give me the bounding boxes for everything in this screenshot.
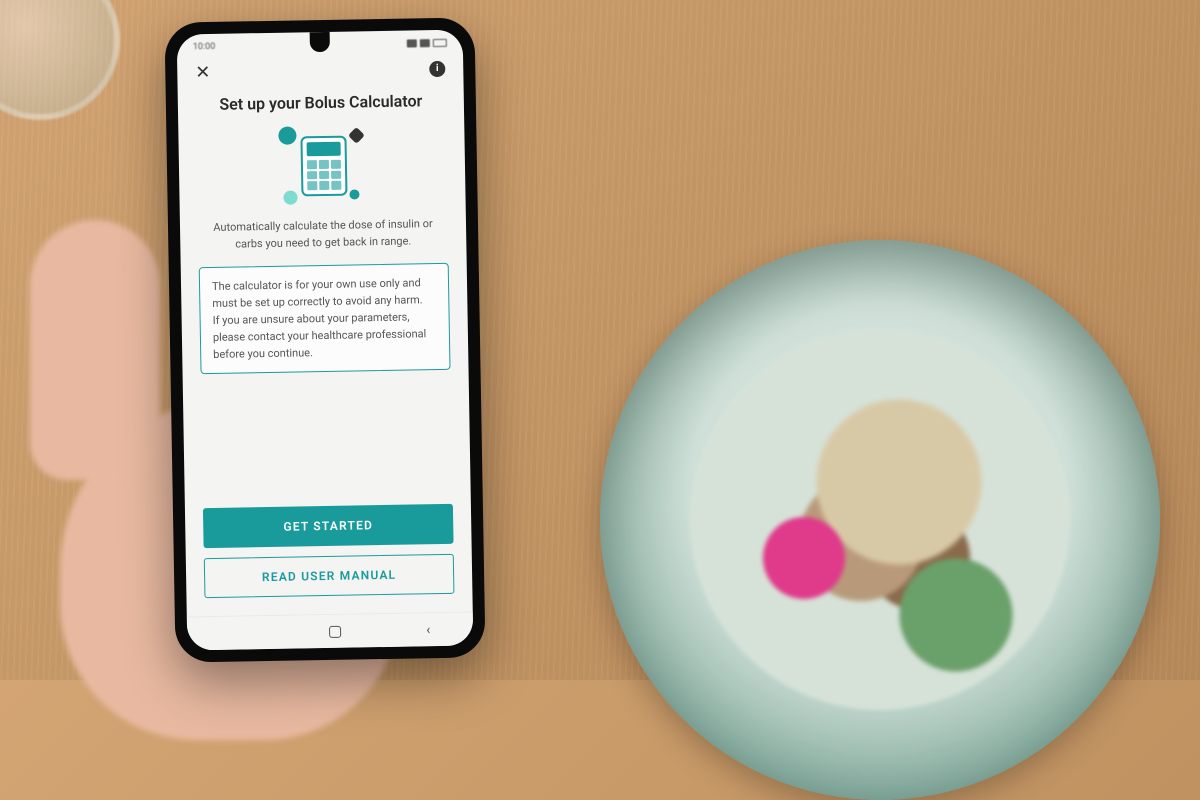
nav-recents-icon[interactable]: [230, 632, 244, 634]
description-text: Automatically calculate the dose of insu…: [198, 216, 449, 253]
close-icon[interactable]: ✕: [195, 62, 210, 83]
info-icon[interactable]: i: [429, 60, 445, 76]
background-bowl: [600, 240, 1160, 800]
wifi-icon: [420, 39, 430, 47]
battery-icon: [433, 39, 447, 47]
warning-text-1: The calculator is for your own use only …: [212, 276, 423, 310]
phone-screen: 10:00 ✕ i Set up your Bolus Calculator: [177, 30, 474, 651]
android-nav-bar: ‹: [187, 611, 474, 650]
nav-back-icon[interactable]: ‹: [426, 622, 430, 638]
content-area: Set up your Bolus Calculator Automatical…: [178, 81, 473, 617]
warning-text-2: If you are unsure about your parameters,…: [213, 311, 427, 362]
warning-box: The calculator is for your own use only …: [199, 263, 451, 375]
get-started-button[interactable]: GET STARTED: [203, 504, 454, 548]
phone-frame: 10:00 ✕ i Set up your Bolus Calculator: [164, 17, 485, 662]
read-manual-button[interactable]: READ USER MANUAL: [204, 554, 455, 598]
status-time: 10:00: [193, 42, 216, 52]
nav-home-icon[interactable]: [329, 625, 341, 637]
page-title: Set up your Bolus Calculator: [196, 91, 446, 114]
calculator-illustration-icon: [276, 125, 367, 207]
signal-icon: [407, 39, 417, 47]
background-glass: [0, 0, 120, 120]
